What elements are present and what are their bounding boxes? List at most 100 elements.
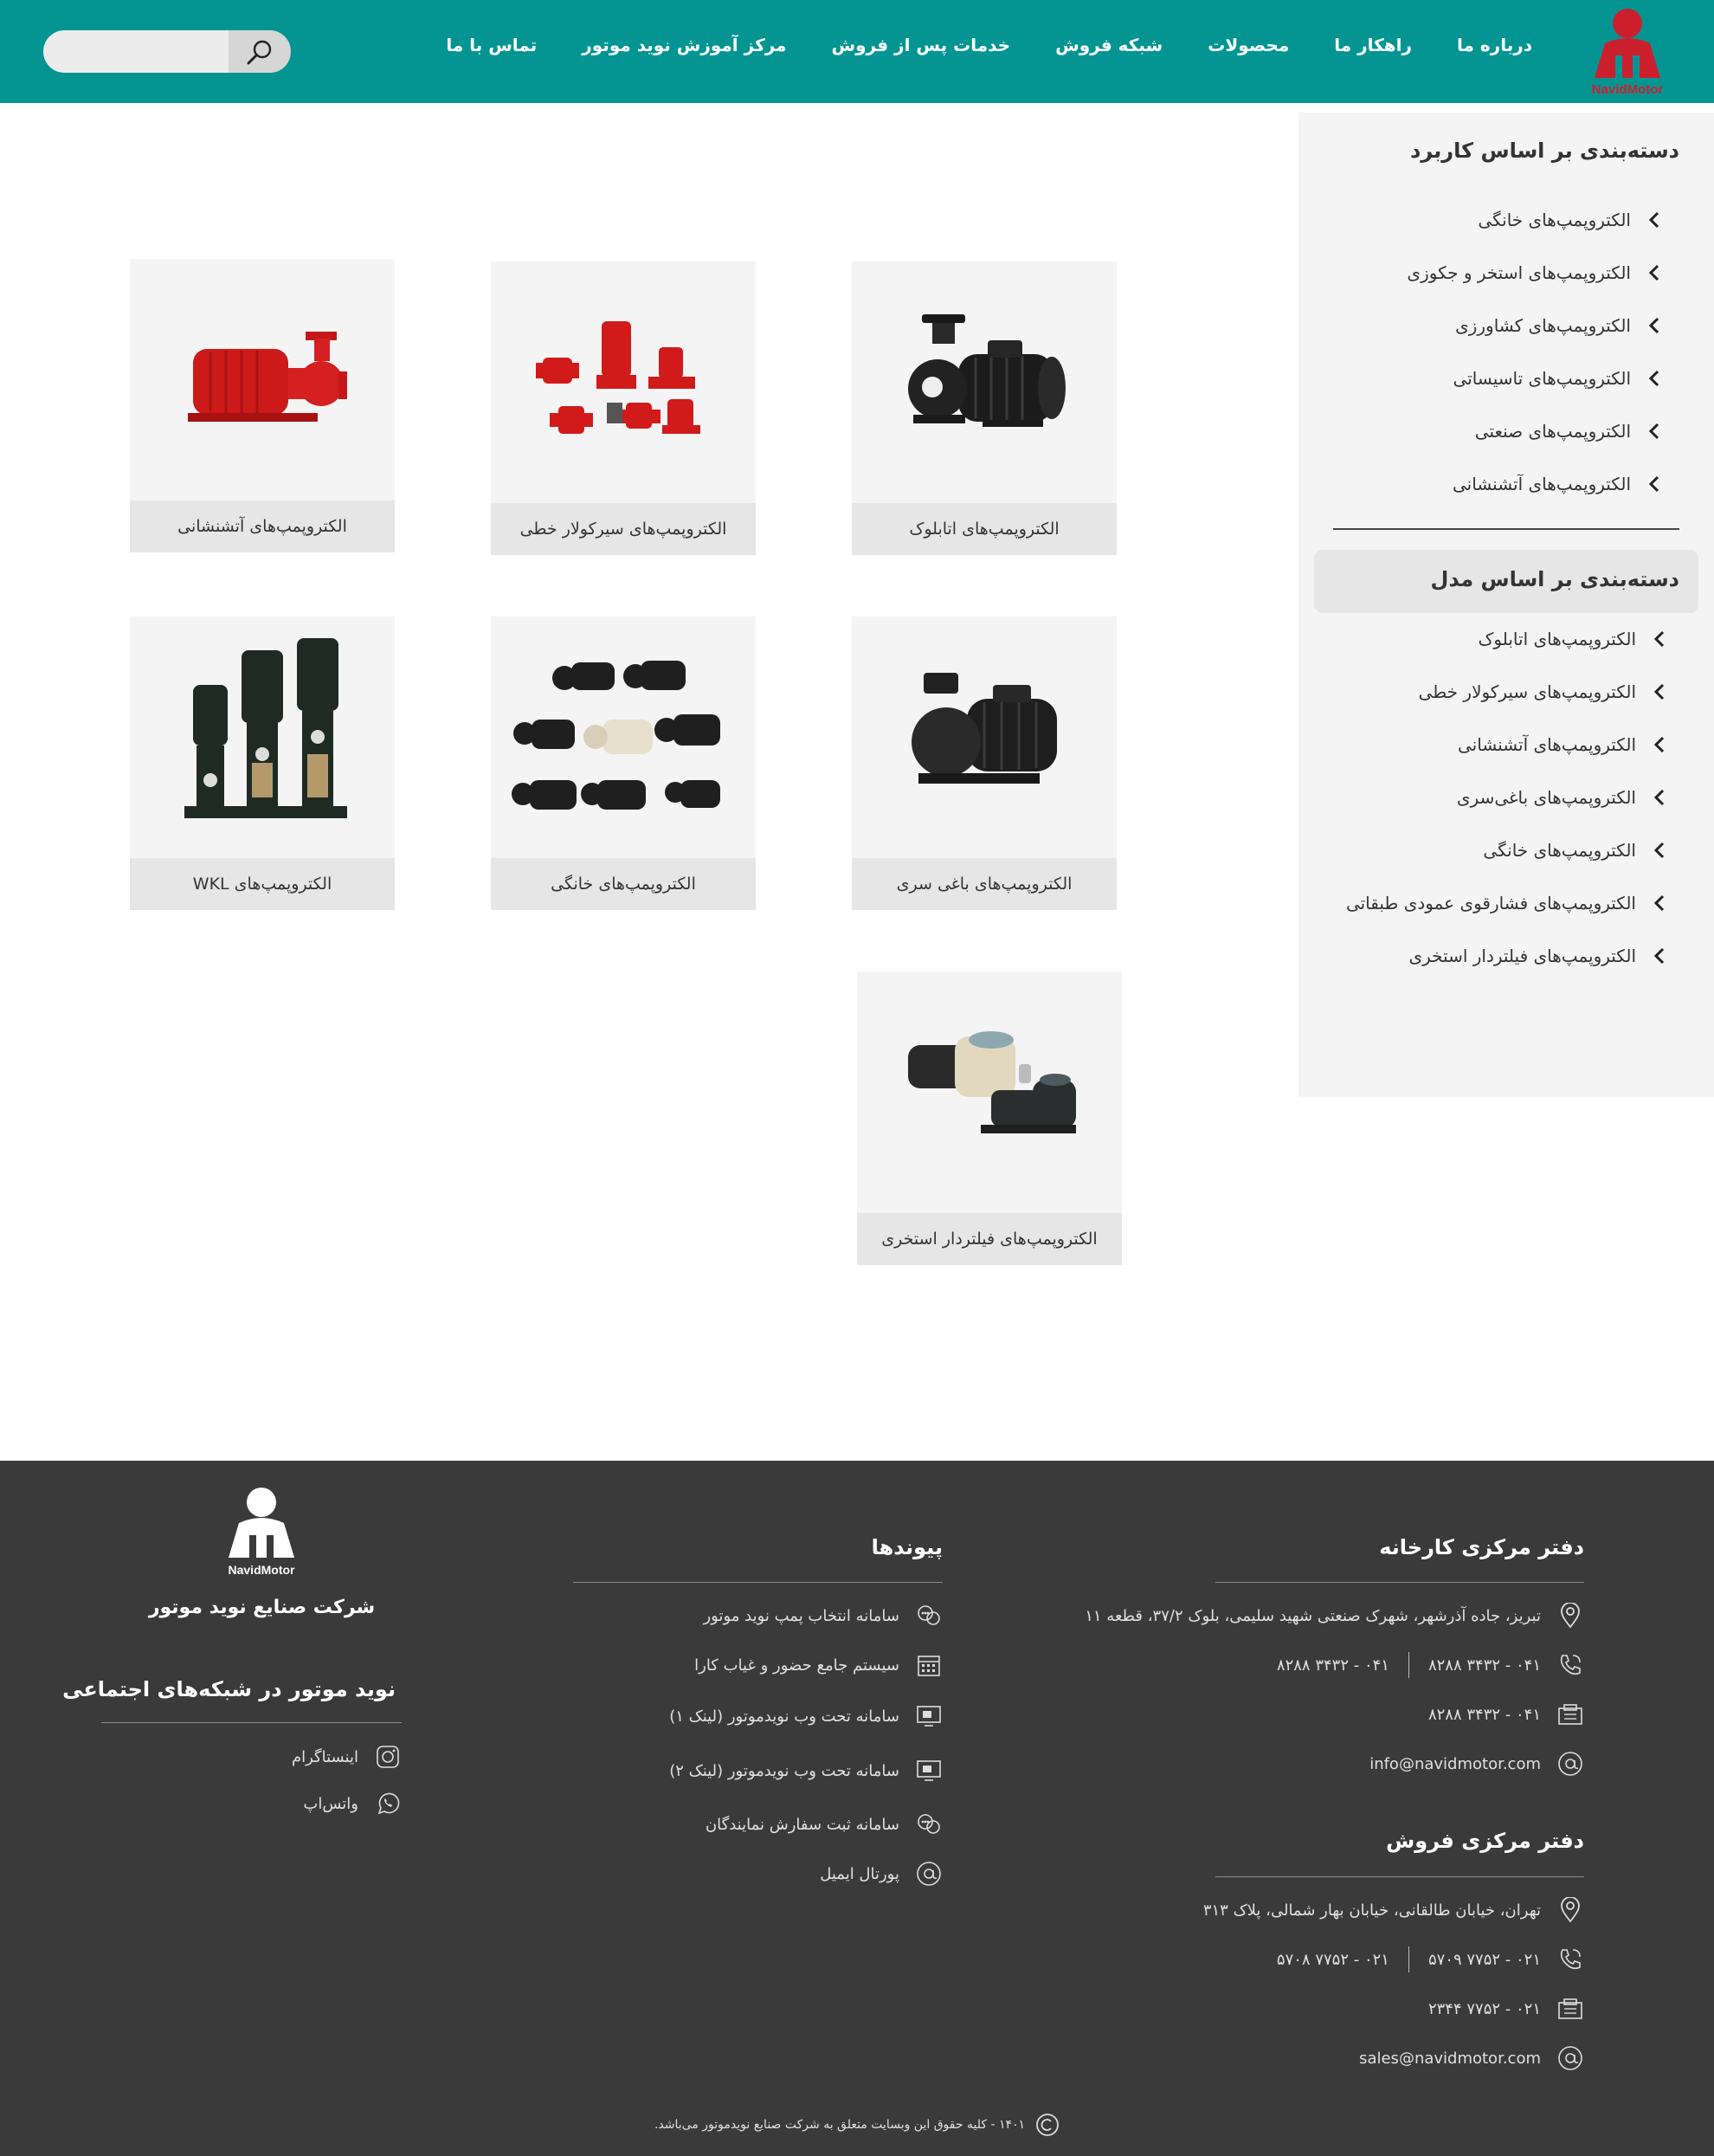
usage-item-pool[interactable]: الکتروپمپ‌های استخر و جکوزی [1407, 246, 1664, 299]
search-button[interactable] [229, 30, 291, 73]
product-image [491, 261, 756, 502]
product-image [852, 261, 1117, 502]
links-title: پیوندها [871, 1535, 943, 1559]
product-card-household[interactable]: الکتروپمپ‌های خانگی [491, 616, 756, 910]
product-image [852, 616, 1117, 857]
chat-bubbles-icon [915, 1811, 943, 1838]
chevron-left-icon [1650, 788, 1669, 807]
product-image [130, 616, 395, 857]
product-image [857, 971, 1122, 1212]
location-pin-icon [1556, 1896, 1584, 1924]
usage-item-industrial[interactable]: الکتروپمپ‌های صنعتی [1407, 404, 1664, 457]
sidebar-divider [1333, 528, 1679, 530]
factory-address: تبریز، جاده آذرشهر، شهرک صنعتی شهید سلیم… [1085, 1602, 1584, 1630]
chevron-left-icon [1650, 682, 1669, 701]
usage-item-agricultural[interactable]: الکتروپمپ‌های کشاورزی [1407, 299, 1664, 352]
sales-fax: ۰۲۱ - ۷۷۵۲ ۲۳۴۴ [1428, 1995, 1584, 2023]
product-card-etabloc[interactable]: الکتروپمپ‌های اتابلوک [852, 261, 1117, 555]
product-label: الکتروپمپ‌های باغی سری [852, 858, 1117, 910]
product-label: الکتروپمپ‌های خانگی [491, 858, 756, 910]
product-label: الکتروپمپ‌های آتشنشانی [130, 500, 395, 552]
product-image [491, 616, 756, 857]
copyright-bar: ۱۴۰۱ - کلیه حقوق این وبسایت متعلق به شرک… [0, 2113, 1714, 2137]
usage-item-household[interactable]: الکتروپمپ‌های خانگی [1407, 193, 1664, 246]
product-label: الکتروپمپ‌های WKL [130, 858, 395, 910]
nav-about[interactable]: درباره ما [1457, 35, 1532, 55]
phone-separator [1408, 1946, 1409, 1972]
footer-divider [101, 1722, 402, 1723]
instagram-link[interactable]: اینستاگرام [292, 1743, 402, 1771]
usage-item-fire[interactable]: الکتروپمپ‌های آتشنشانی [1407, 457, 1664, 510]
product-card-fire[interactable]: الکتروپمپ‌های آتشنشانی [130, 259, 395, 552]
product-card-garden[interactable]: الکتروپمپ‌های باغی سری [852, 616, 1117, 910]
chevron-left-icon [1645, 474, 1664, 494]
chevron-left-icon [1645, 210, 1664, 229]
nav-products[interactable]: محصولات [1208, 35, 1289, 55]
chat-bubbles-icon [915, 1602, 943, 1630]
chevron-left-icon [1645, 369, 1664, 388]
product-card-pool-filter[interactable]: الکتروپمپ‌های فیلتردار استخری [857, 971, 1122, 1265]
svg-text:NavidMotor: NavidMotor [1592, 82, 1664, 97]
product-image [130, 259, 395, 500]
whatsapp-link[interactable]: واتس‌اپ [303, 1790, 402, 1817]
nav-after-sales[interactable]: خدمات پس از فروش [832, 35, 1011, 55]
factory-office-title: دفتر مرکزی کارخانه [1379, 1535, 1584, 1559]
navidmotor-logo[interactable]: NavidMotor [1584, 7, 1671, 97]
chevron-left-icon [1650, 946, 1669, 965]
chevron-left-icon [1645, 422, 1664, 441]
sales-phone-1[interactable]: ۰۲۱ - ۷۷۵۲ ۵۷۰۹ [1428, 1951, 1541, 1969]
sales-email[interactable]: sales@navidmotor.com [1359, 2044, 1584, 2072]
link-pump-selection[interactable]: سامانه انتخاب پمپ نوید موتور [703, 1602, 943, 1630]
whatsapp-icon [374, 1790, 402, 1817]
link-reseller-orders[interactable]: سامانه ثبت سفارش نمایندگان [706, 1811, 943, 1838]
search-input[interactable] [43, 30, 229, 73]
sales-office-title: دفتر مرکزی فروش [1386, 1829, 1584, 1853]
footer-company-logo[interactable]: NavidMotor [218, 1485, 305, 1578]
model-item-pool-filter[interactable]: الکتروپمپ‌های فیلتردار استخری [1346, 929, 1669, 982]
phone-icon [1556, 1651, 1584, 1679]
factory-phone-2[interactable]: ۰۴۱ - ۳۴۳۲ ۸۲۸۸ [1277, 1656, 1389, 1675]
product-card-wkl[interactable]: الکتروپمپ‌های WKL [130, 616, 395, 910]
model-item-inline-circulator[interactable]: الکتروپمپ‌های سیرکولار خطی [1346, 665, 1669, 718]
link-web-system-1[interactable]: سامانه تحت وب نویدموتور (لینک ۱) [669, 1702, 943, 1730]
chevron-left-icon [1650, 841, 1669, 860]
product-label: الکتروپمپ‌های فیلتردار استخری [857, 1213, 1122, 1265]
model-item-etabloc[interactable]: الکتروپمپ‌های اتابلوک [1346, 612, 1669, 665]
calendar-icon [915, 1651, 943, 1679]
monitor-icon [915, 1702, 943, 1730]
usage-item-facilities[interactable]: الکتروپمپ‌های تاسیساتی [1407, 352, 1664, 404]
chevron-left-icon [1650, 735, 1669, 754]
factory-phone-1[interactable]: ۰۴۱ - ۳۴۳۲ ۸۲۸۸ [1428, 1656, 1541, 1675]
fax-icon [1556, 1995, 1584, 2023]
model-item-fire[interactable]: الکتروپمپ‌های آتشنشانی [1346, 718, 1669, 771]
nav-sales-network[interactable]: شبکه فروش [1055, 35, 1163, 55]
main-nav: درباره ما راهکار ما محصولات شبکه فروش خد… [401, 35, 1532, 55]
link-attendance-system[interactable]: سیستم جامع حضور و غیاب کارا [694, 1651, 943, 1679]
site-header: NavidMotor درباره ما راهکار ما محصولات ش… [0, 0, 1714, 103]
chevron-left-icon [1650, 629, 1669, 649]
model-item-garden[interactable]: الکتروپمپ‌های باغی‌سری [1346, 771, 1669, 823]
search-box [43, 30, 291, 73]
at-icon [915, 1860, 943, 1888]
factory-fax: ۰۴۱ - ۳۴۳۲ ۸۲۸۸ [1428, 1701, 1584, 1728]
usage-category-list: الکتروپمپ‌های خانگی الکتروپمپ‌های استخر … [1407, 193, 1664, 510]
svg-text:NavidMotor: NavidMotor [229, 1563, 296, 1577]
nav-solutions[interactable]: راهکار ما [1334, 35, 1412, 55]
link-web-system-2[interactable]: سامانه تحت وب نویدموتور (لینک ۲) [669, 1757, 943, 1785]
sales-phone-2[interactable]: ۰۲۱ - ۷۷۵۲ ۵۷۰۸ [1277, 1951, 1389, 1969]
factory-email[interactable]: info@navidmotor.com [1369, 1750, 1584, 1778]
copyright-icon [1035, 2113, 1060, 2137]
sales-address: تهران، خیابان طالقانی، خیابان بهار شمالی… [1203, 1896, 1584, 1924]
product-card-inline-circulator[interactable]: الکتروپمپ‌های سیرکولار خطی [491, 261, 756, 555]
chevron-left-icon [1650, 894, 1669, 913]
nav-contact[interactable]: تماس با ما [446, 35, 537, 55]
product-label: الکتروپمپ‌های سیرکولار خطی [491, 503, 756, 555]
location-pin-icon [1556, 1602, 1584, 1630]
footer-divider [1215, 1582, 1584, 1583]
nav-training-center[interactable]: مرکز آموزش نوید موتور [582, 35, 786, 55]
link-email-portal[interactable]: پورتال ایمیل [820, 1860, 943, 1888]
model-item-household[interactable]: الکتروپمپ‌های خانگی [1346, 823, 1669, 876]
model-item-vertical-multistage[interactable]: الکتروپمپ‌های فشارقوی عمودی طبقاتی [1346, 876, 1669, 929]
at-icon [1556, 1750, 1584, 1778]
footer-divider [573, 1582, 943, 1583]
